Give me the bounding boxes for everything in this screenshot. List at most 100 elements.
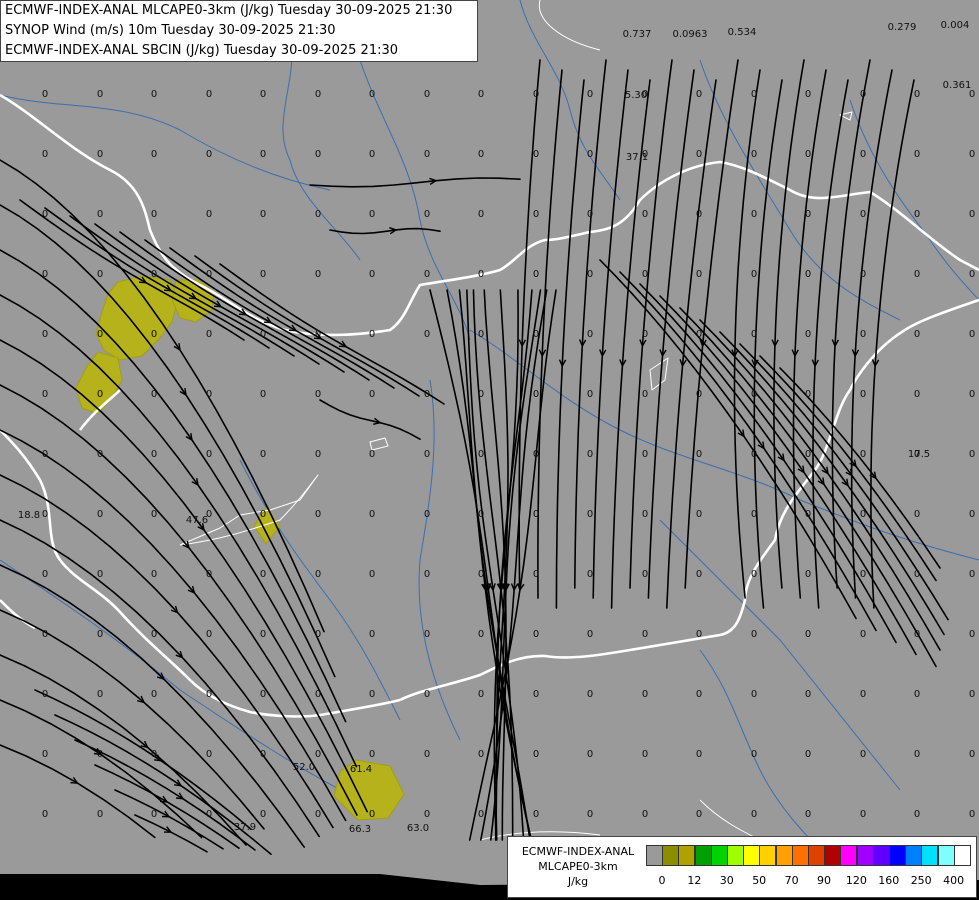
sbcin-grid-value: 0 xyxy=(642,329,648,340)
sbcin-grid-value: 0 xyxy=(42,569,48,580)
sbcin-grid-value: 0 xyxy=(424,749,430,760)
weather-map[interactable]: 0 0 0 0 0 0 0 0 0 0 0 0 0 0 0 0 0 0 0 0 0 0 0 0 0 0 0 0 0 0 0 0 0 0 0 0 0 0 0 0… xyxy=(0,0,979,900)
sbcin-grid-value: 0 xyxy=(151,329,157,340)
sbcin-grid-value: 0 xyxy=(315,809,321,820)
sbcin-grid-value: 0 xyxy=(206,329,212,340)
sbcin-grid-value: 0 xyxy=(969,629,975,640)
sbcin-grid-value: 0 xyxy=(587,209,593,220)
sbcin-grid-value: 0 xyxy=(42,269,48,280)
sbcin-grid-value: 0 xyxy=(969,569,975,580)
sbcin-grid-value: 0 xyxy=(151,389,157,400)
legend-swatch xyxy=(808,845,825,866)
sbcin-grid-value: 0 xyxy=(751,269,757,280)
sbcin-grid-value: 0 xyxy=(206,749,212,760)
sbcin-grid-value: 0 xyxy=(914,89,920,100)
sbcin-grid-value: 0 xyxy=(424,509,430,520)
sbcin-grid-value: 0 xyxy=(315,689,321,700)
sbcin-grid-value: 0 xyxy=(369,149,375,160)
sbcin-station-value: 0.361 xyxy=(943,80,972,91)
sbcin-grid-value: 0 xyxy=(533,209,539,220)
sbcin-grid-value: 0 xyxy=(533,509,539,520)
sbcin-grid-value: 0 xyxy=(969,689,975,700)
sbcin-grid-value: 0 xyxy=(97,509,103,520)
sbcin-grid-value: 0 xyxy=(914,329,920,340)
sbcin-grid-value: 0 xyxy=(751,749,757,760)
sbcin-grid-value: 0 xyxy=(315,269,321,280)
sbcin-grid-value: 0 xyxy=(533,689,539,700)
sbcin-grid-value: 0 xyxy=(805,389,811,400)
sbcin-grid-value: 0 xyxy=(424,689,430,700)
sbcin-grid-value: 0 xyxy=(642,389,648,400)
sbcin-grid-value: 0 xyxy=(42,509,48,520)
sbcin-grid-value: 0 xyxy=(369,689,375,700)
sbcin-grid-value: 0 xyxy=(424,329,430,340)
sbcin-grid-value: 0 xyxy=(642,449,648,460)
sbcin-grid-value: 0 xyxy=(206,269,212,280)
sbcin-grid-value: 0 xyxy=(642,569,648,580)
sbcin-grid-value: 0 xyxy=(587,89,593,100)
sbcin-grid-value: 0 xyxy=(369,389,375,400)
sbcin-grid-value: 0 xyxy=(206,809,212,820)
sbcin-grid-value: 0 xyxy=(478,569,484,580)
sbcin-grid-value: 0 xyxy=(424,809,430,820)
sbcin-grid-value: 0 xyxy=(860,89,866,100)
sbcin-grid-value: 0 xyxy=(805,569,811,580)
sbcin-grid-value: 0 xyxy=(97,749,103,760)
sbcin-grid-value: 0 xyxy=(151,449,157,460)
sbcin-grid-value: 0 xyxy=(533,809,539,820)
sbcin-grid-value: 0 xyxy=(260,449,266,460)
title-line-wind: SYNOP Wind (m/s) 10m Tuesday 30-09-2025 … xyxy=(5,23,336,38)
sbcin-grid-value: 0 xyxy=(533,329,539,340)
sbcin-grid-value: 0 xyxy=(315,89,321,100)
sbcin-grid-value: 0 xyxy=(369,809,375,820)
sbcin-grid-value: 0 xyxy=(315,389,321,400)
sbcin-grid-value: 0 xyxy=(696,149,702,160)
sbcin-grid-value: 0 xyxy=(151,569,157,580)
sbcin-grid-value: 0 xyxy=(42,389,48,400)
sbcin-grid-value: 0 xyxy=(424,89,430,100)
sbcin-grid-value: 0 xyxy=(969,269,975,280)
legend-swatch xyxy=(872,845,890,866)
sbcin-grid-value: 0 xyxy=(587,629,593,640)
legend-swatch xyxy=(727,845,744,866)
sbcin-grid-value: 0 xyxy=(42,89,48,100)
sbcin-grid-value: 0 xyxy=(533,389,539,400)
sbcin-grid-value: 0 xyxy=(805,749,811,760)
sbcin-grid-value: 0 xyxy=(260,749,266,760)
legend-swatch xyxy=(921,845,939,866)
sbcin-grid-value: 0 xyxy=(587,269,593,280)
sbcin-station-value: 37.1 xyxy=(626,152,648,163)
sbcin-grid-value: 0 xyxy=(478,209,484,220)
legend-swatch xyxy=(824,845,842,866)
legend-tick-label: 250 xyxy=(910,874,932,887)
sbcin-grid-value: 0 xyxy=(696,389,702,400)
sbcin-grid-value: 0 xyxy=(914,749,920,760)
sbcin-grid-value: 0 xyxy=(642,269,648,280)
sbcin-grid-value: 0 xyxy=(315,749,321,760)
sbcin-grid-value: 0 xyxy=(151,689,157,700)
sbcin-grid-value: 0 xyxy=(97,629,103,640)
sbcin-grid-value: 0 xyxy=(914,569,920,580)
sbcin-grid-value: 0 xyxy=(42,449,48,460)
sbcin-grid-value: 0 xyxy=(696,509,702,520)
sbcin-grid-value: 0 xyxy=(206,209,212,220)
sbcin-grid-value: 0 xyxy=(969,329,975,340)
sbcin-grid-value: 0 xyxy=(260,329,266,340)
sbcin-grid-value: 0 xyxy=(860,749,866,760)
sbcin-grid-value: 0 xyxy=(478,89,484,100)
sbcin-grid-value: 0 xyxy=(533,629,539,640)
sbcin-grid-value: 0 xyxy=(860,269,866,280)
sbcin-station-value: 61.4 xyxy=(350,764,372,775)
sbcin-grid-value: 0 xyxy=(42,149,48,160)
sbcin-grid-value: 0 xyxy=(696,809,702,820)
legend-swatch xyxy=(678,845,696,866)
sbcin-grid-value: 0 xyxy=(914,689,920,700)
sbcin-grid-value: 0 xyxy=(805,809,811,820)
sbcin-grid-value: 0 xyxy=(696,449,702,460)
sbcin-grid-value: 0 xyxy=(642,209,648,220)
map-viewer: 0 0 0 0 0 0 0 0 0 0 0 0 0 0 0 0 0 0 0 0 0 0 0 0 0 0 0 0 0 0 0 0 0 0 0 0 0 0 0 0… xyxy=(0,0,979,900)
sbcin-grid-value: 0 xyxy=(478,149,484,160)
sbcin-station-value: 0.004 xyxy=(941,20,970,31)
sbcin-grid-value: 0 xyxy=(696,269,702,280)
legend-title-variable: MLCAPE0-3km xyxy=(538,860,618,873)
